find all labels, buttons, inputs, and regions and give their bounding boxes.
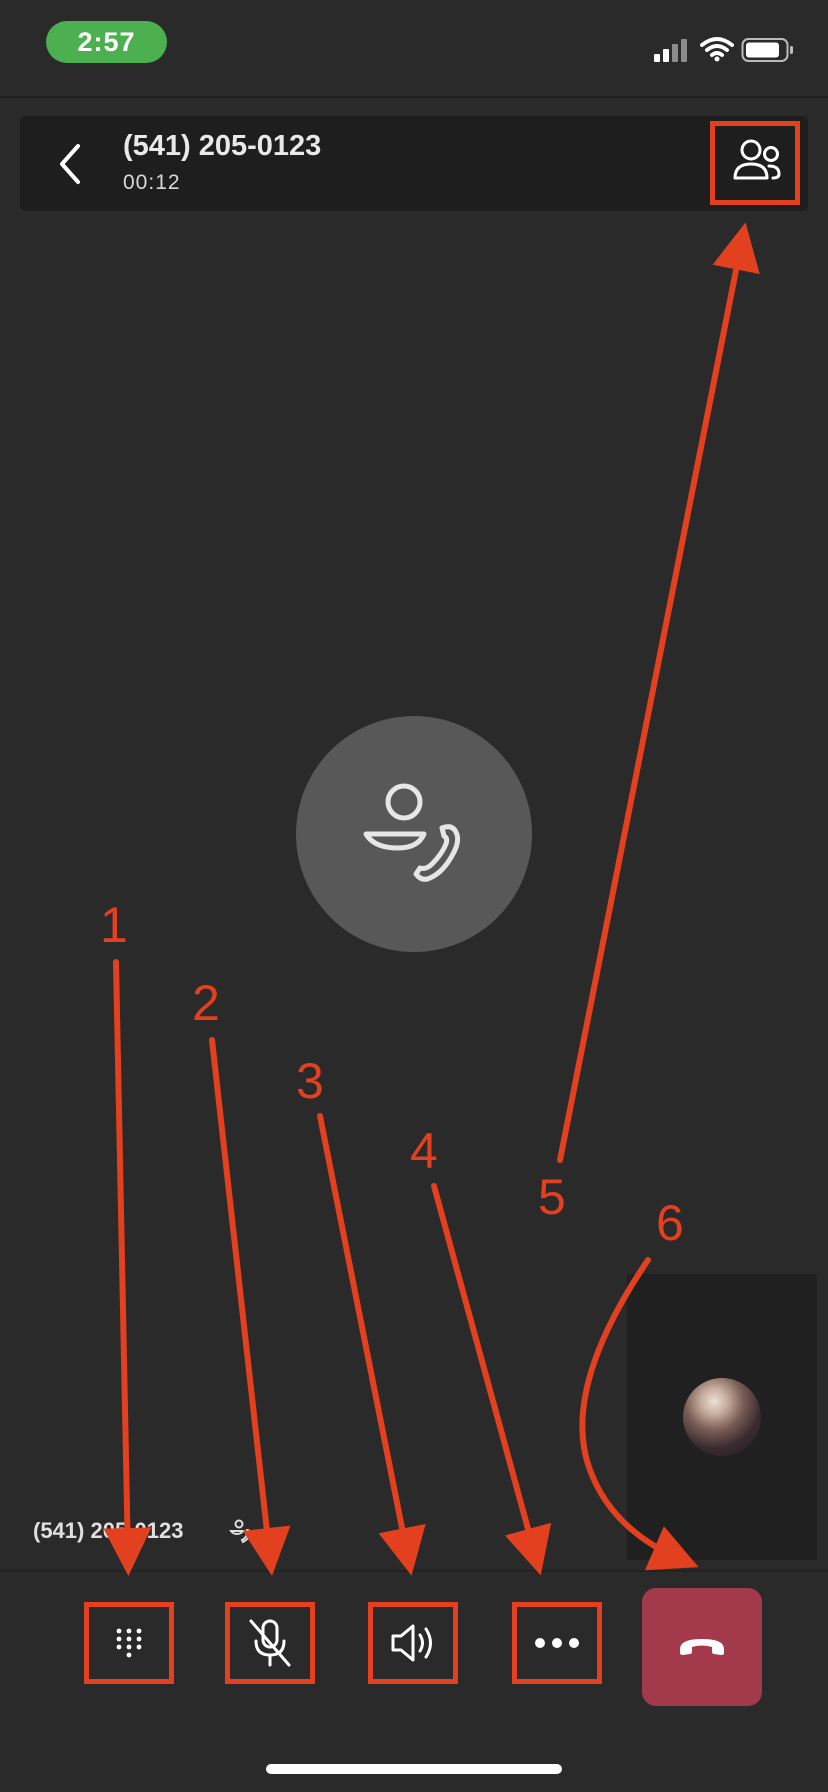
call-duration: 00:12: [123, 171, 181, 194]
annotation-label-6: 6: [656, 1195, 684, 1251]
annotation-label-5: 5: [538, 1169, 566, 1225]
back-button[interactable]: [48, 140, 92, 188]
status-time: 2:57: [46, 21, 167, 63]
call-screen: 2:57 (541) 205-0123 00:12 (541) 205-0123…: [0, 0, 828, 1792]
small-person-phone-icon: [229, 1519, 252, 1544]
mute-button[interactable]: [225, 1602, 315, 1684]
end-call-button[interactable]: [642, 1588, 762, 1706]
annotation-label-4: 4: [410, 1123, 438, 1179]
annotation-label-1: 1: [100, 897, 128, 953]
speaker-button[interactable]: [368, 1602, 458, 1684]
dialpad-button[interactable]: [84, 1602, 174, 1684]
person-phone-icon: [363, 783, 461, 882]
cellular-signal-icon: [654, 39, 687, 62]
status-divider: [0, 96, 828, 98]
caller-avatar: [296, 716, 532, 952]
bottom-caller-number: (541) 205-0123: [33, 1518, 184, 1543]
self-view-tile[interactable]: [627, 1274, 817, 1560]
more-icon: [535, 1638, 579, 1648]
call-header: (541) 205-0123 00:12: [20, 116, 808, 211]
more-options-button[interactable]: [512, 1602, 602, 1684]
speaker-icon: [391, 1624, 432, 1662]
battery-icon: [741, 38, 793, 62]
dialpad-icon: [116, 1628, 142, 1658]
home-indicator[interactable]: [266, 1764, 562, 1774]
participants-icon: [733, 139, 781, 180]
hang-up-icon: [680, 1639, 724, 1655]
status-bar: 2:57: [0, 0, 828, 96]
annotation-label-3: 3: [296, 1053, 324, 1109]
participants-button[interactable]: [713, 120, 801, 200]
caller-number: (541) 205-0123: [123, 130, 322, 162]
microphone-off-icon: [249, 1619, 291, 1667]
annotation-label-2: 2: [192, 975, 220, 1031]
self-avatar: [683, 1378, 761, 1456]
wifi-icon: [700, 37, 734, 62]
